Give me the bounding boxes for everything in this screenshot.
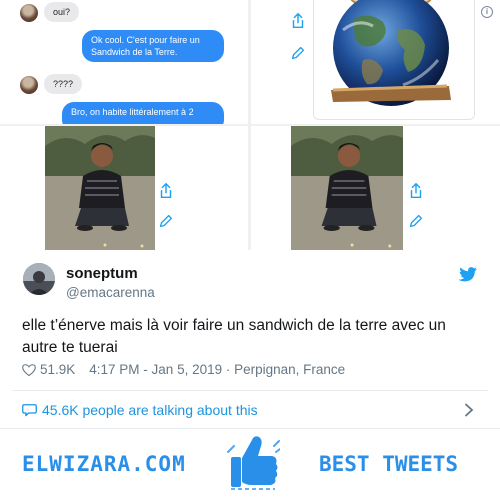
tweet-meta: 51.9K 4:17 PM - Jan 5, 2019 · Perpignan,… — [22, 362, 345, 377]
twitter-bird-icon[interactable] — [458, 266, 478, 284]
display-name[interactable]: soneptum — [66, 265, 138, 282]
chat-bubble-outgoing: Bro, on habite littéralement à 2 — [62, 102, 224, 124]
speech-bubble-icon — [22, 404, 37, 417]
media-image-man-2[interactable] — [251, 126, 500, 250]
heart-icon[interactable] — [22, 363, 36, 377]
edit-icon[interactable] — [289, 44, 307, 62]
chat-avatar — [20, 76, 38, 94]
tweet-embed-page: oui? Ok cool. C'est pour faire un Sandwi… — [0, 0, 500, 502]
thumbs-up-icon — [227, 436, 280, 490]
like-count[interactable]: 51.9K — [40, 362, 75, 377]
site-name[interactable]: ELWIZARA.COM — [22, 452, 186, 476]
share-icon[interactable] — [407, 182, 425, 200]
man-crouching-photo — [291, 126, 403, 250]
chat-avatar — [20, 4, 38, 22]
tweet-text: elle t’énerve mais là voir faire un sand… — [22, 317, 446, 356]
edit-icon[interactable] — [407, 212, 425, 230]
tagline: BEST TWEETS — [319, 452, 459, 476]
chat-bubble-incoming: oui? — [44, 2, 80, 22]
media-grid: oui? Ok cool. C'est pour faire un Sandwi… — [0, 0, 500, 250]
info-icon[interactable]: i — [481, 6, 493, 18]
share-icon[interactable] — [157, 182, 175, 200]
conversation-link[interactable]: 45.6K people are talking about this — [22, 402, 258, 418]
chat-bubble-outgoing: Ok cool. C'est pour faire un Sandwich de… — [82, 30, 224, 62]
divider — [12, 390, 488, 391]
user-handle[interactable]: @emacarenna — [66, 285, 155, 300]
grid-divider — [0, 124, 500, 126]
tweet-timestamp[interactable]: 4:17 PM - Jan 5, 2019 · Perpignan, Franc… — [89, 362, 345, 377]
edit-icon[interactable] — [157, 212, 175, 230]
earth-sandwich-illustration — [331, 0, 451, 106]
chat-bubble-incoming: ???? — [44, 74, 83, 94]
conversation-count[interactable]: 45.6K people are talking about this — [42, 402, 258, 418]
man-crouching-photo — [45, 126, 155, 250]
share-icon[interactable] — [289, 12, 307, 30]
media-image-earth-sandwich[interactable]: i — [251, 0, 500, 124]
media-image-man-1[interactable] — [0, 126, 248, 250]
avatar[interactable] — [23, 263, 55, 295]
media-image-chat[interactable]: oui? Ok cool. C'est pour faire un Sandwi… — [0, 0, 248, 124]
chevron-right-icon[interactable] — [464, 403, 474, 417]
